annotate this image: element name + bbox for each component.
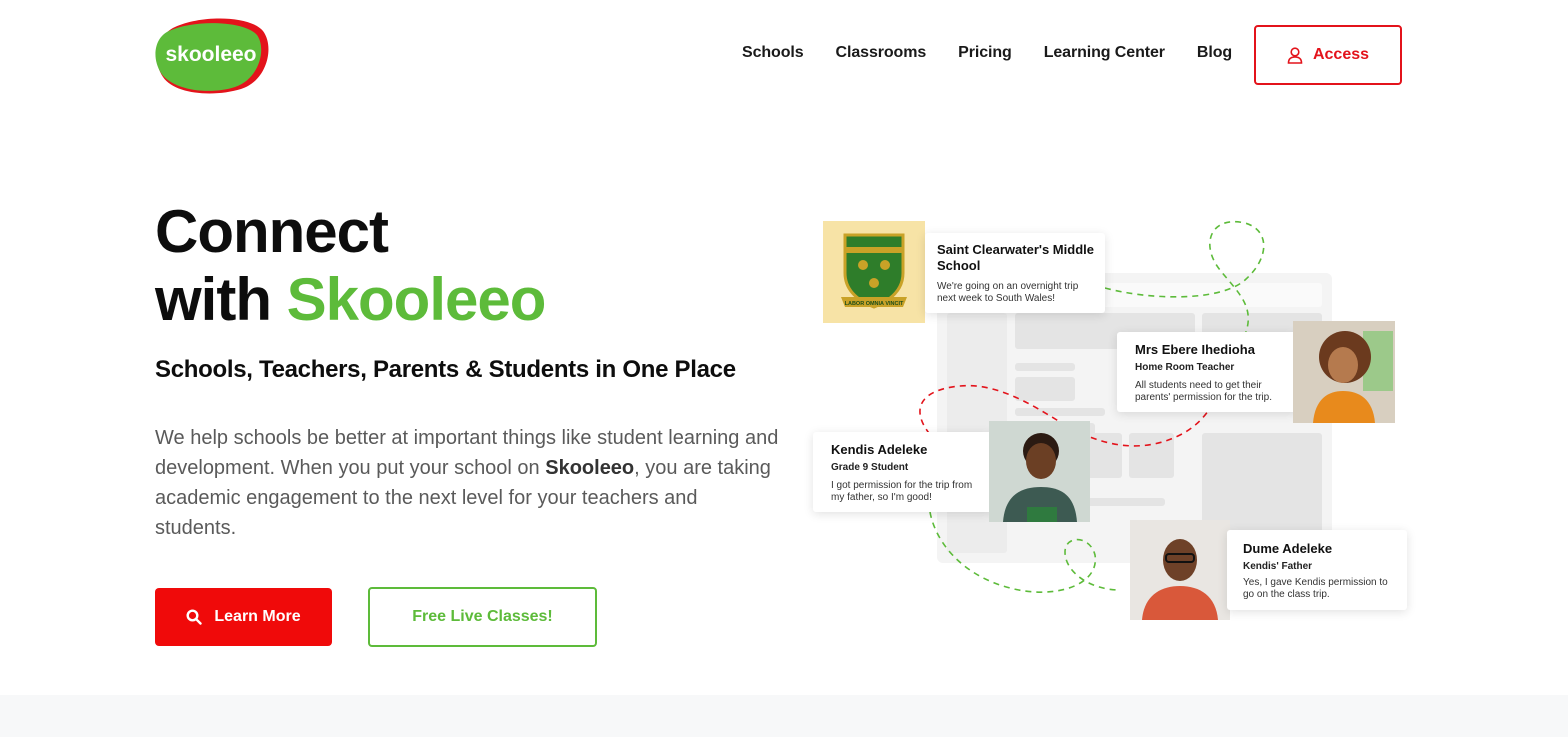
hero-subtitle: Schools, Teachers, Parents & Students in… bbox=[155, 356, 736, 383]
hero-title-line1: Connect bbox=[155, 198, 389, 265]
hero-desc-brand: Skooleeo bbox=[545, 457, 635, 479]
student-message: I got permission for the trip from my fa… bbox=[831, 480, 973, 503]
teacher-message: All students need to get their parents' … bbox=[1135, 380, 1272, 403]
school-name: Saint Clearwater's Middle School bbox=[937, 242, 1094, 273]
hero-title-brand: Skooleeo bbox=[286, 266, 547, 333]
parent-photo bbox=[1130, 520, 1230, 620]
teacher-role: Home Room Teacher bbox=[1135, 362, 1235, 373]
teacher-message-card: Mrs Ebere Ihedioha Home Room Teacher All… bbox=[1117, 332, 1297, 412]
logo-wordmark: skooleeo bbox=[165, 43, 256, 66]
nav-classrooms[interactable]: Classrooms bbox=[836, 44, 927, 62]
school-message-card: Saint Clearwater's Middle School We're g… bbox=[925, 233, 1105, 313]
student-message-card: Kendis Adeleke Grade 9 Student I got per… bbox=[813, 432, 993, 512]
site-header: skooleeo Schools Classrooms Pricing Lear… bbox=[0, 0, 1568, 110]
student-role: Grade 9 Student bbox=[831, 462, 909, 473]
hero-illustration: LABOR OMNIA VINCIT Saint Clearwater's Mi… bbox=[800, 210, 1420, 630]
skooleeo-logo[interactable]: skooleeo bbox=[155, 17, 271, 95]
parent-role: Kendis' Father bbox=[1243, 561, 1313, 572]
nav-pricing[interactable]: Pricing bbox=[958, 44, 1012, 62]
svg-text:LABOR OMNIA VINCIT: LABOR OMNIA VINCIT bbox=[845, 301, 904, 307]
user-icon bbox=[1287, 46, 1303, 64]
student-name: Kendis Adeleke bbox=[831, 442, 928, 457]
main-nav: Schools Classrooms Pricing Learning Cent… bbox=[742, 44, 1264, 62]
nav-schools[interactable]: Schools bbox=[742, 44, 804, 62]
free-live-classes-label: Free Live Classes! bbox=[412, 608, 553, 625]
school-crest-image: LABOR OMNIA VINCIT bbox=[823, 221, 925, 323]
school-message: We're going on an overnight trip next we… bbox=[937, 281, 1079, 304]
hero-title-prefix: with bbox=[155, 266, 287, 333]
search-icon bbox=[186, 609, 203, 625]
learn-more-button[interactable]: Learn More bbox=[155, 588, 332, 646]
teacher-photo bbox=[1293, 321, 1395, 423]
parent-message-card: Dume Adeleke Kendis' Father Yes, I gave … bbox=[1227, 530, 1407, 610]
hero-title: Connect with Skooleeo bbox=[155, 198, 547, 334]
student-photo bbox=[989, 421, 1090, 522]
parent-name: Dume Adeleke bbox=[1243, 541, 1333, 556]
next-section-band bbox=[0, 695, 1568, 737]
parent-message: Yes, I gave Kendis permission to go on t… bbox=[1243, 577, 1388, 600]
free-live-classes-button[interactable]: Free Live Classes! bbox=[368, 587, 597, 647]
teacher-name: Mrs Ebere Ihedioha bbox=[1135, 342, 1255, 357]
hero-description: We help schools be better at important t… bbox=[155, 423, 780, 543]
nav-learning-center[interactable]: Learning Center bbox=[1044, 44, 1165, 62]
access-label: Access bbox=[1312, 46, 1370, 63]
access-button[interactable]: Access bbox=[1254, 25, 1402, 85]
nav-blog[interactable]: Blog bbox=[1197, 44, 1232, 62]
learn-more-label: Learn More bbox=[214, 608, 301, 625]
school-crest-icon: LABOR OMNIA VINCIT bbox=[841, 233, 907, 309]
